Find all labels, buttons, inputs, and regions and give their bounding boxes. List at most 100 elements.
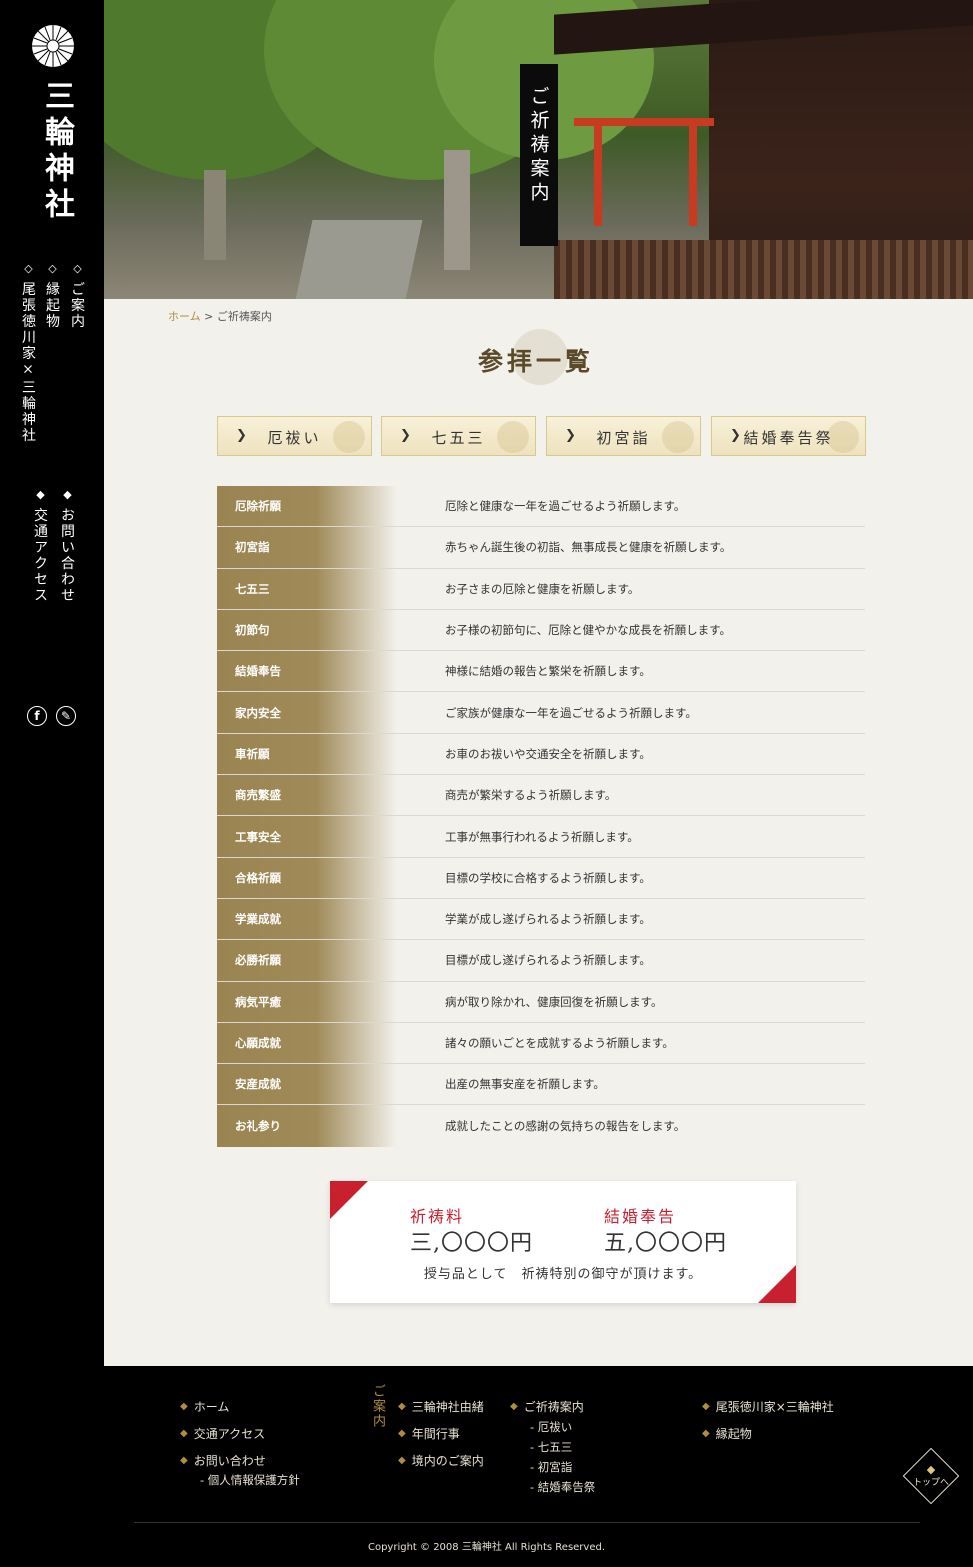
footer-link-hatsumiyamode[interactable]: - 初宮詣	[530, 1459, 572, 1475]
list-item: 安産成就 出産の無事安産を祈願します。	[217, 1064, 865, 1106]
footer-link-events[interactable]: ◆ 年間行事	[398, 1425, 460, 1442]
sidebar-item-label: ご案内	[69, 281, 85, 330]
prayer-list: 厄除祈願 厄除と健康な一年を過ごせるよう祈願します。 初宮詣 赤ちゃん誕生後の初詣、…	[217, 486, 865, 1147]
tab-shichigosan[interactable]: ❯ 七五三	[381, 416, 536, 456]
prayer-description: 諸々の願いごとを成就するよう祈願します。	[445, 1036, 674, 1050]
tab-yakubarai[interactable]: ❯ 厄祓い	[217, 416, 372, 456]
list-item: 初宮詣 赤ちゃん誕生後の初詣、無事成長と健康を祈願します。	[217, 527, 865, 569]
list-item: 初節句 お子様の初節句に、厄除と健やかな成長を祈願します。	[217, 609, 865, 652]
breadcrumb: ホーム > ご祈祷案内	[168, 308, 272, 324]
tab-label: 厄祓い	[267, 429, 322, 447]
footer-link-grounds[interactable]: ◆ 境内のご案内	[398, 1452, 484, 1469]
copyright: Copyright © 2008 三輪神社 All Rights Reserve…	[367, 1542, 606, 1553]
tab-label: 結婚奉告祭	[743, 429, 834, 447]
footer-link-kekkon[interactable]: - 結婚奉告祭	[530, 1479, 595, 1495]
sidebar-item-access[interactable]: ◆ 交通アクセス	[30, 488, 50, 603]
prayer-name: 七五三	[217, 568, 397, 609]
list-item: 厄除祈願 厄除と健康な一年を過ごせるよう祈願します。	[217, 486, 865, 528]
diamond-bullet-icon: ◆	[510, 1401, 518, 1412]
footer-link-prayer-guide[interactable]: ◆ ご祈祷案内	[510, 1398, 584, 1415]
footer-link-history[interactable]: ◆ 三輪神社由緒	[398, 1398, 484, 1415]
chrysanthemum-crest-icon[interactable]	[31, 24, 75, 68]
sidebar-item-guide[interactable]: ◇ ご案内	[67, 262, 87, 329]
footer-link-owari-tokugawa[interactable]: ◆ 尾張徳川家×三輪神社	[702, 1398, 834, 1415]
prayer-name: お礼参り	[217, 1105, 397, 1147]
prayer-name: 工事安全	[217, 816, 397, 857]
stone-pillar	[444, 150, 470, 270]
prayer-description: 赤ちゃん誕生後の初詣、無事成長と健康を祈願します。	[445, 540, 732, 555]
sidebar-item-label: 縁起物	[44, 281, 60, 330]
fee-amount-prayer: 三,〇〇〇円	[410, 1231, 533, 1256]
list-item: 結婚奉告 神様に結婚の報告と繁栄を祈願します。	[217, 651, 865, 693]
prayer-name: 初節句	[217, 609, 397, 651]
footer-link-privacy[interactable]: - 個人情報保護方針	[200, 1472, 300, 1488]
sidebar-item-engimono[interactable]: ◇ 縁起物	[42, 262, 62, 329]
hero-image: ご祈祷案内	[104, 0, 973, 299]
prayer-description: お子さまの厄除と健康を祈願します。	[445, 581, 640, 596]
hero-page-label: ご祈祷案内	[520, 64, 558, 246]
diamond-up-icon: ◆	[926, 1462, 936, 1476]
prayer-name: 商売繁盛	[217, 775, 397, 816]
footer-link-label: 三輪神社由緒	[411, 1400, 484, 1414]
prayer-description: 目標が成し遂げられるよう祈願します。	[445, 953, 651, 968]
site-name-logo[interactable]: 三輪神社	[34, 80, 78, 224]
footer-link-engimono[interactable]: ◆ 縁起物	[702, 1425, 752, 1442]
prayer-description: 神様に結婚の報告と繁栄を祈願します。	[445, 664, 651, 679]
sidebar-item-label: お問い合わせ	[59, 507, 75, 604]
fee-label-prayer: 祈祷料	[410, 1207, 465, 1226]
prayer-description: 目標の学校に合格するよう祈願します。	[445, 870, 651, 885]
diamond-bullet-icon: ◆	[702, 1428, 710, 1439]
back-to-top-content: ◆ トップへ	[912, 1457, 950, 1495]
red-corner-decoration	[330, 1181, 368, 1219]
list-item: 車祈願 お車のお祓いや交通安全を祈願します。	[217, 733, 865, 776]
diamond-bullet-icon: ◆	[180, 1428, 188, 1439]
breadcrumb-separator: >	[200, 310, 217, 323]
sidebar: 三輪神社 ◇ ご案内 ◇ 縁起物 ◇ 尾張徳川家×三輪神社 ◆ お問い合わせ ◆…	[0, 0, 104, 1366]
sidebar-item-label: 尾張徳川家×三輪神社	[20, 281, 36, 444]
page-title-block: 参拝一覧	[476, 325, 596, 395]
list-item: 合格祈願 目標の学校に合格するよう祈願します。	[217, 857, 865, 899]
prayer-name: 家内安全	[217, 692, 397, 733]
prayer-name: 学業成就	[217, 898, 397, 940]
back-to-top-button[interactable]: ◆ トップへ	[902, 1447, 960, 1505]
diamond-bullet-icon: ◇	[22, 262, 35, 275]
prayer-name: 結婚奉告	[217, 651, 397, 692]
sidebar-item-owari-tokugawa[interactable]: ◇ 尾張徳川家×三輪神社	[18, 262, 38, 443]
torii-gate	[574, 118, 714, 126]
footer-link-contact[interactable]: ◆ お問い合わせ	[180, 1452, 266, 1469]
breadcrumb-home-link[interactable]: ホーム	[168, 310, 201, 323]
list-item: 七五三 お子さまの厄除と健康を祈願します。	[217, 568, 865, 610]
footer-link-shichigosan[interactable]: - 七五三	[530, 1439, 572, 1455]
footer-link-home[interactable]: ◆ ホーム	[180, 1398, 229, 1415]
footer-section-label: ご案内	[370, 1384, 385, 1429]
prayer-name: 心願成就	[217, 1022, 397, 1064]
torii-gate	[689, 126, 697, 226]
prayer-description: 工事が無事行われるよう祈願します。	[445, 829, 639, 844]
tab-kekkon-hokokusai[interactable]: ❯ 結婚奉告祭	[711, 416, 866, 456]
prayer-description: 成就したことの感謝の気持ちの報告をします。	[445, 1119, 686, 1134]
diamond-bullet-icon: ◆	[702, 1401, 710, 1412]
pen-icon[interactable]: ✎	[56, 706, 76, 726]
fee-label-wedding: 結婚奉告	[604, 1207, 677, 1226]
footer-link-yakubarai[interactable]: - 厄祓い	[530, 1419, 572, 1435]
prayer-description: 厄除と健康な一年を過ごせるよう祈願します。	[445, 499, 686, 514]
facebook-icon[interactable]: f	[27, 706, 47, 726]
prayer-name: 病気平癒	[217, 981, 397, 1022]
sidebar-item-contact[interactable]: ◆ お問い合わせ	[57, 488, 77, 603]
list-item: 心願成就 諸々の願いごとを成就するよう祈願します。	[217, 1022, 865, 1065]
prayer-description: お車のお祓いや交通安全を祈願します。	[445, 746, 651, 761]
footer: ◆ ホーム ◆ 交通アクセス ◆ お問い合わせ - 個人情報保護方針 ご案内 ◆ 三輪神…	[0, 1366, 973, 1567]
fee-amount-wedding: 五,〇〇〇円	[604, 1231, 727, 1256]
diamond-bullet-icon: ◆	[398, 1401, 406, 1412]
fee-card: 祈祷料 三,〇〇〇円 結婚奉告 五,〇〇〇円 授与品として 祈祷特別の御守が頂け…	[330, 1181, 796, 1303]
diamond-bullet-icon: ◇	[46, 262, 59, 275]
prayer-name: 必勝祈願	[217, 940, 397, 981]
prayer-name: 厄除祈願	[217, 486, 397, 527]
tab-hatsumiyamode[interactable]: ❯ 初宮詣	[546, 416, 701, 456]
diamond-bullet-icon: ◇	[71, 262, 84, 275]
diamond-bullet-icon: ◆	[180, 1401, 188, 1412]
footer-link-label: 縁起物	[715, 1427, 752, 1441]
footer-link-access[interactable]: ◆ 交通アクセス	[180, 1425, 265, 1442]
double-diamond-bullet-icon: ◆	[61, 488, 74, 501]
footer-link-label: 境内のご案内	[411, 1454, 484, 1468]
